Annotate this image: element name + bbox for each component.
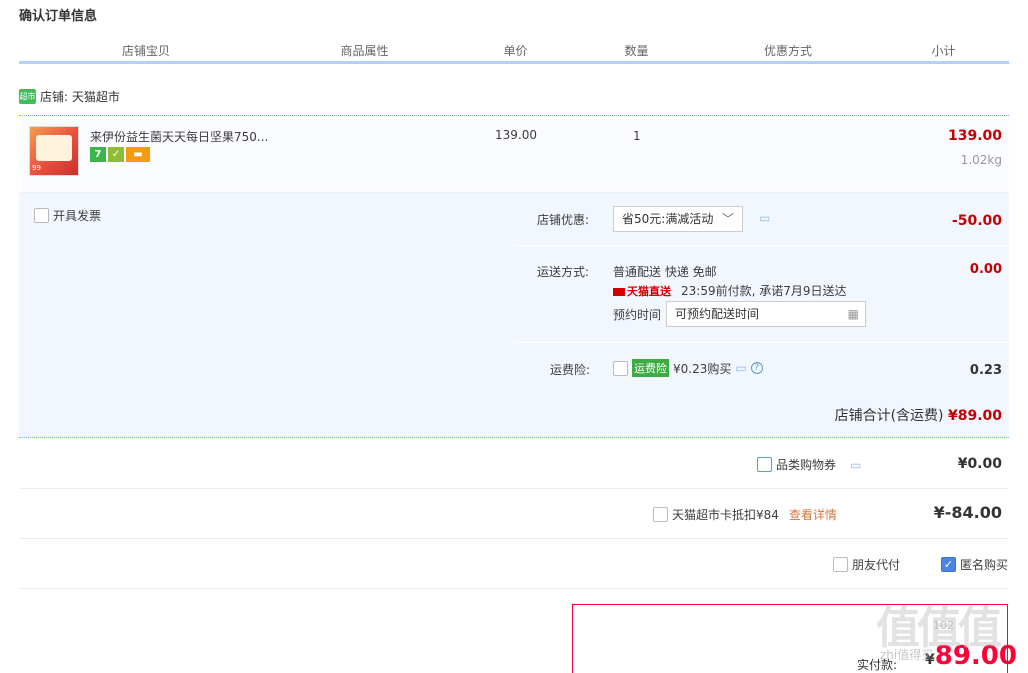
col-shop-item: 店铺宝贝 — [19, 42, 274, 61]
seven-day-return-icon[interactable]: 7 — [90, 147, 106, 162]
tmall-direct-tag: 天猫直送 — [613, 283, 671, 299]
pay-options-row: 朋友代付 ✓ 匿名购买 — [19, 539, 1009, 589]
tmall-card-row: 天猫超市卡抵扣¥84 查看详情 ¥-84.00 — [19, 489, 1009, 539]
invoice-checkbox[interactable] — [34, 208, 49, 223]
friend-pay-label: 朋友代付 — [852, 558, 901, 572]
divider — [515, 342, 1009, 343]
card-payment-icon[interactable]: ▬ — [126, 147, 150, 162]
schedule-time-input[interactable]: 可预约配送时间 ▦ — [666, 301, 866, 327]
help-icon[interactable]: ? — [750, 362, 763, 374]
invoice-option[interactable]: 开具发票 — [34, 207, 101, 224]
quantity: 1 — [633, 129, 641, 143]
col-unit-price: 单价 — [456, 42, 576, 61]
insurance-label: 运费险: — [550, 363, 591, 377]
invoice-label: 开具发票 — [53, 209, 102, 223]
view-details-link[interactable]: 查看详情 — [789, 506, 837, 523]
category-coupon-option[interactable]: 品类购物券 ▭ — [757, 456, 861, 473]
message-icon[interactable]: ▭ — [850, 458, 861, 472]
item-row: 99 来伊份益生菌天天每日坚果750... 7 ✓ ▬ 139.00 1 139… — [19, 115, 1009, 191]
tmall-card-amount: ¥-84.00 — [933, 503, 1002, 522]
service-icons: 7 ✓ ▬ — [90, 147, 150, 162]
col-discount: 优惠方式 — [698, 42, 879, 61]
delivery-promise: 23:59前付款, 承诺7月9日送达 — [681, 284, 847, 298]
friend-pay-option[interactable]: 朋友代付 — [833, 556, 900, 573]
shop-name[interactable]: 店铺: 天猫超市 — [40, 88, 120, 105]
shop-total-label: 店铺合计(含运费) — [834, 408, 944, 424]
item-subtotal: 139.00 — [947, 128, 1002, 144]
tmall-card-checkbox[interactable] — [653, 507, 668, 522]
invoice-pane: 开具发票 — [19, 193, 514, 389]
watermark-text: zhi值得买 — [880, 648, 934, 662]
product-name-link[interactable]: 来伊份益生菌天天每日坚果750... — [90, 128, 290, 145]
category-coupon-amount: ¥0.00 — [957, 456, 1002, 472]
shop-discount-value: 省50元:满减活动 — [622, 212, 714, 226]
message-icon[interactable]: ▭ — [759, 211, 770, 225]
shop-discount-label: 店铺优惠: — [537, 213, 590, 227]
shipping-method: 普通配送 快递 免邮 — [613, 265, 717, 279]
product-thumbnail[interactable]: 99 — [29, 126, 79, 176]
category-coupon-label: 品类购物券 — [776, 458, 837, 472]
divider — [515, 245, 1009, 246]
order-options: 开具发票 店铺优惠: 省50元:满减活动 ﹀ ▭ -50.00 运送方式: 普通… — [19, 192, 1009, 389]
thumb-tag: 99 — [32, 164, 41, 172]
insurance-price: ¥0.23购买 — [673, 361, 732, 376]
friend-pay-checkbox[interactable] — [833, 557, 848, 572]
shop-discount-select[interactable]: 省50元:满减活动 ﹀ — [613, 206, 743, 232]
schedule-placeholder: 可预约配送时间 — [675, 307, 760, 321]
shop-total-amount: ¥89.00 — [947, 408, 1002, 424]
col-subtotal: 小计 — [879, 42, 1009, 61]
shipping-amount: 0.00 — [969, 262, 1002, 277]
delivery-pane: 店铺优惠: 省50元:满减活动 ﹀ ▭ -50.00 运送方式: 普通配送 快递… — [515, 193, 1009, 389]
message-icon[interactable]: ▭ — [735, 361, 746, 375]
tmall-card-label: 天猫超市卡抵扣¥84 — [672, 508, 779, 522]
shop-total: 店铺合计(含运费) ¥89.00 — [835, 405, 1002, 425]
table-header: 店铺宝贝 商品属性 单价 数量 优惠方式 小计 — [19, 42, 1009, 64]
chevron-down-icon: ﹀ — [721, 212, 734, 226]
insurance-tag: 运费险 — [632, 359, 669, 377]
page-title: 确认订单信息 — [19, 9, 98, 24]
shop-discount-amount: -50.00 — [951, 213, 1002, 229]
anonymous-checkbox[interactable]: ✓ — [941, 557, 956, 572]
col-quantity: 数量 — [576, 42, 698, 61]
anonymous-label: 匿名购买 — [960, 558, 1009, 572]
shipping-promise-row: 天猫直送 23:59前付款, 承诺7月9日送达 — [613, 282, 846, 299]
calendar-icon[interactable]: ▦ — [848, 302, 859, 326]
col-attributes: 商品属性 — [274, 42, 456, 61]
tmall-cat-icon — [613, 287, 625, 296]
anonymous-option[interactable]: ✓ 匿名购买 — [941, 556, 1008, 573]
shipping-label: 运送方式: — [537, 265, 590, 279]
insurance-checkbox[interactable] — [613, 360, 628, 376]
tmall-supermarket-icon: 超市 — [19, 89, 36, 104]
tmall-card-option[interactable]: 天猫超市卡抵扣¥84 查看详情 — [653, 506, 837, 523]
item-weight: 1.02kg — [960, 153, 1002, 167]
insurance-amount: 0.23 — [969, 363, 1002, 378]
insurance-option[interactable]: 运费险 ¥0.23购买 ▭ ? — [613, 359, 763, 377]
unit-price: 139.00 — [495, 128, 537, 142]
shop-row: 超市 店铺: 天猫超市 — [19, 88, 120, 105]
product-box-graphic — [36, 135, 72, 161]
category-coupon-row: 品类购物券 ▭ ¥0.00 — [19, 439, 1009, 489]
category-coupon-checkbox[interactable] — [757, 457, 772, 472]
quality-cert-icon[interactable]: ✓ — [108, 147, 124, 162]
shop-total-row: 店铺合计(含运费) ¥89.00 — [19, 388, 1009, 438]
schedule-label: 预约时间 — [613, 308, 662, 322]
